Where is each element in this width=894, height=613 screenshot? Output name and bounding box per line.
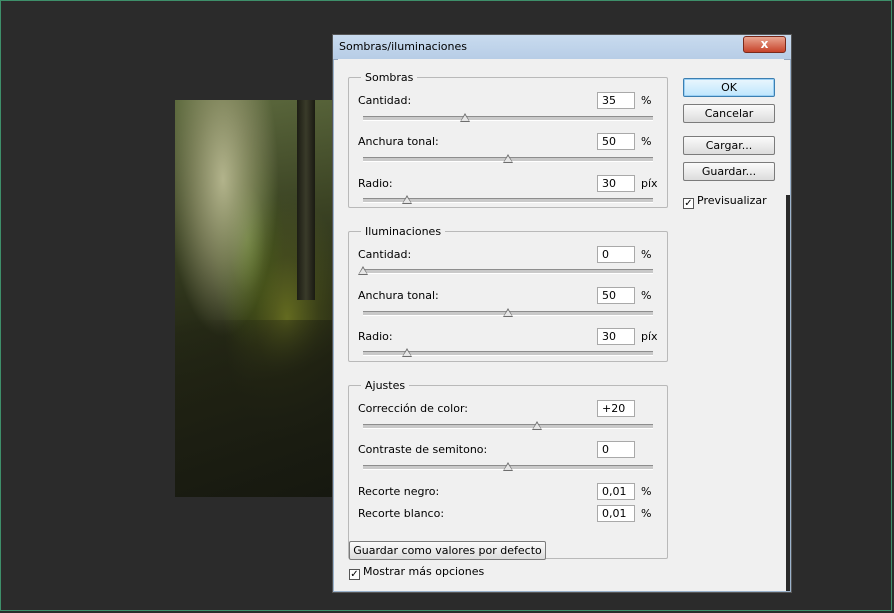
- photo-shadow-slope: [175, 320, 335, 497]
- black-clip-input[interactable]: 0,01: [597, 483, 635, 500]
- shadows-tonal-width-unit: %: [641, 135, 652, 148]
- shadows-amount-label: Cantidad:: [358, 94, 412, 107]
- document-photo: [175, 100, 335, 497]
- adjustments-legend: Ajustes: [365, 379, 406, 392]
- shadows-legend: Sombras: [365, 71, 414, 84]
- cancel-button[interactable]: Cancelar: [683, 104, 775, 123]
- highlights-radius-unit: píx: [641, 330, 658, 343]
- highlights-tonal-width-unit: %: [641, 289, 652, 302]
- dialog-title: Sombras/iluminaciones: [339, 40, 467, 53]
- preview-label: Previsualizar: [697, 194, 767, 207]
- dialog-titlebar[interactable]: Sombras/iluminaciones x: [333, 35, 791, 60]
- preview-checkbox-box[interactable]: ✓: [683, 198, 694, 209]
- white-clip-label: Recorte blanco:: [358, 507, 445, 520]
- highlights-amount-slider-track[interactable]: [363, 269, 653, 274]
- shadows-tonal-width-slider-thumb[interactable]: [503, 154, 513, 163]
- dialog-edge-shadow: [786, 195, 790, 591]
- color-correction-input[interactable]: +20: [597, 400, 635, 417]
- shadows-radius-slider-thumb[interactable]: [401, 195, 412, 204]
- more-options-checkbox-box[interactable]: ✓: [349, 569, 360, 580]
- save-button[interactable]: Guardar...: [683, 162, 775, 181]
- highlights-amount-slider-thumb[interactable]: [358, 266, 368, 275]
- load-button[interactable]: Cargar...: [683, 136, 775, 155]
- highlights-radius-label: Radio:: [358, 330, 393, 343]
- color-correction-slider-thumb[interactable]: [532, 421, 542, 430]
- highlights-radius-input[interactable]: 30: [597, 328, 635, 345]
- shadows-radius-input[interactable]: 30: [597, 175, 635, 192]
- close-icon: x: [760, 37, 769, 51]
- white-clip-input[interactable]: 0,01: [597, 505, 635, 522]
- highlights-tonal-width-input[interactable]: 50: [597, 287, 635, 304]
- save-defaults-button[interactable]: Guardar como valores por defecto: [349, 541, 546, 560]
- more-options-label: Mostrar más opciones: [363, 565, 485, 578]
- highlights-amount-unit: %: [641, 248, 652, 261]
- preview-checkbox[interactable]: ✓ Previsualizar: [683, 194, 767, 209]
- shadows-amount-slider-thumb[interactable]: [459, 113, 470, 122]
- midtone-contrast-slider-thumb[interactable]: [503, 462, 513, 471]
- highlights-amount-label: Cantidad:: [358, 248, 412, 261]
- shadows-radius-unit: píx: [641, 177, 658, 190]
- shadows-amount-unit: %: [641, 94, 652, 107]
- highlights-tonal-width-label: Anchura tonal:: [358, 289, 439, 302]
- photo-tree-trunk: [297, 100, 315, 300]
- highlights-tonal-width-slider-thumb[interactable]: [503, 308, 513, 317]
- color-correction-slider-track[interactable]: [363, 424, 653, 429]
- more-options-checkbox[interactable]: ✓ Mostrar más opciones: [349, 565, 484, 580]
- highlights-amount-input[interactable]: 0: [597, 246, 635, 263]
- midtone-contrast-label: Contraste de semitono:: [358, 443, 488, 456]
- shadows-tonal-width-label: Anchura tonal:: [358, 135, 439, 148]
- color-correction-label: Corrección de color:: [358, 402, 468, 415]
- dialog-content: Sombras Cantidad: 35 % Anchura tonal: 50…: [338, 59, 784, 587]
- shadows-highlights-dialog: Sombras/iluminaciones x Sombras Cantidad…: [332, 34, 792, 593]
- close-button[interactable]: x: [743, 36, 786, 53]
- white-clip-unit: %: [641, 507, 652, 520]
- shadows-radius-label: Radio:: [358, 177, 393, 190]
- shadows-tonal-width-input[interactable]: 50: [597, 133, 635, 150]
- highlights-radius-slider-thumb[interactable]: [401, 348, 412, 357]
- shadows-amount-input[interactable]: 35: [597, 92, 635, 109]
- black-clip-label: Recorte negro:: [358, 485, 440, 498]
- highlights-legend: Iluminaciones: [365, 225, 442, 238]
- midtone-contrast-input[interactable]: 0: [597, 441, 635, 458]
- ok-button[interactable]: OK: [683, 78, 775, 97]
- black-clip-unit: %: [641, 485, 652, 498]
- shadows-amount-slider-track[interactable]: [363, 116, 653, 121]
